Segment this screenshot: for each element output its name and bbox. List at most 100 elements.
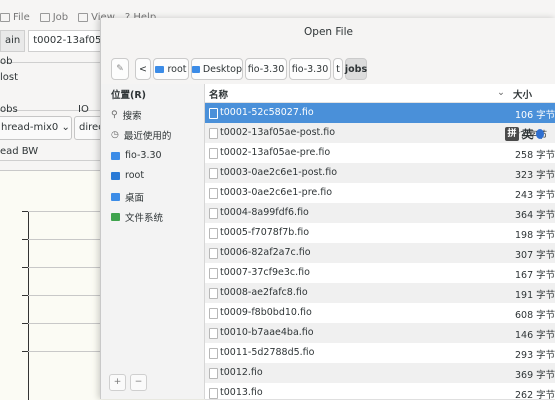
jobs-label: obs: [0, 104, 18, 115]
chevron-down-icon: ⌄: [61, 122, 70, 133]
moon-icon: [536, 129, 544, 139]
file-row[interactable]: t0003-0ae2c6e1-post.fio 323 字节: [205, 163, 555, 183]
file-icon: [209, 128, 218, 139]
file-row[interactable]: t0009-f8b0bd10.fio 608 字节: [205, 303, 555, 323]
file-menu-icon: [0, 12, 10, 22]
dialog-titlebar[interactable]: Open File: [101, 18, 555, 49]
file-row[interactable]: t0011-5d2788d5.fio 293 字节: [205, 343, 555, 363]
breadcrumb-fio-3-30-b[interactable]: fio-3.30: [289, 58, 331, 80]
file-size: 191 字节: [515, 290, 555, 301]
sidebar-item-filesystem[interactable]: 文件系统: [111, 210, 163, 224]
sidebar-actions: + −: [109, 374, 147, 391]
breadcrumb-label: t: [336, 63, 340, 75]
chart-tick: [22, 351, 28, 352]
file-name: t0007-37cf9e3c.fio: [220, 267, 310, 278]
add-bookmark-button[interactable]: +: [109, 374, 126, 391]
back-button-label: <: [139, 63, 147, 75]
host-label: lost: [0, 72, 19, 83]
edit-location-button[interactable]: ✎: [111, 58, 129, 80]
breadcrumb-root[interactable]: root: [153, 58, 189, 80]
tab-main[interactable]: ain: [0, 30, 26, 52]
column-header-size[interactable]: 大小: [513, 87, 532, 101]
file-name: t0008-ae2fafc8.fio: [220, 287, 308, 298]
file-row[interactable]: t0002-13af05ae-pre.fio 258 字节: [205, 143, 555, 163]
breadcrumb-label: root: [167, 63, 187, 75]
file-size: 106 字节: [515, 110, 555, 121]
view-menu-icon: [78, 12, 89, 22]
file-size: 243 字节: [515, 190, 555, 201]
file-row[interactable]: t0012.fio 369 字节: [205, 363, 555, 383]
file-row[interactable]: t0007-37cf9e3c.fio 167 字节: [205, 263, 555, 283]
file-name: t0001-52c58027.fio: [220, 107, 314, 118]
sort-chevron-icon: ⌄: [497, 87, 505, 98]
file-size: 198 字节: [515, 230, 555, 241]
breadcrumb-desktop[interactable]: Desktop: [191, 58, 243, 80]
chart-tick: [22, 211, 28, 212]
thread-select-value: hread-mix0: [1, 122, 59, 133]
file-row[interactable]: t0004-8a99fdf6.fio 364 字节: [205, 203, 555, 223]
breadcrumb-fio-3-30-a[interactable]: fio-3.30: [245, 58, 287, 80]
sidebar-item-label: 文件系统: [125, 213, 164, 224]
sidebar-item-label: 最近使用的: [123, 131, 172, 142]
sidebar-item-search[interactable]: ⚲ 搜索: [111, 108, 142, 122]
divider: [0, 62, 100, 63]
sidebar-item-root[interactable]: root: [111, 170, 144, 181]
file-size: 262 字节: [515, 390, 555, 399]
sidebar-item-recent[interactable]: ◷ 最近使用的: [111, 128, 171, 142]
file-name: t0011-5d2788d5.fio: [220, 347, 315, 358]
sidebar-item-label: fio-3.30: [125, 150, 162, 161]
home-icon: [155, 65, 165, 73]
file-icon: [209, 168, 218, 179]
file-row[interactable]: t0002-13af05ae-post.fio?? 字节: [205, 123, 555, 143]
file-name: t0002-13af05ae-pre.fio: [220, 147, 331, 158]
file-list: 名称 ⌄ 大小 t0001-52c58027.fio 106 字节 t0002-13…: [205, 84, 555, 399]
file-name: t0010-b7aae4ba.fio: [220, 327, 314, 338]
file-row[interactable]: t0003-0ae2c6e1-pre.fio 243 字节: [205, 183, 555, 203]
breadcrumb-jobs[interactable]: jobs: [345, 58, 367, 80]
menu-file[interactable]: File: [0, 8, 30, 26]
home-icon: [111, 171, 120, 180]
search-icon: ⚲: [111, 110, 118, 120]
column-header-name[interactable]: 名称: [209, 87, 228, 101]
back-button[interactable]: <: [135, 58, 151, 80]
sidebar-item-desktop[interactable]: 桌面: [111, 190, 144, 204]
file-icon: [209, 328, 218, 339]
file-name: t0004-8a99fdf6.fio: [220, 207, 309, 218]
breadcrumb-label: jobs: [344, 63, 368, 75]
menu-job[interactable]: Job: [39, 8, 68, 26]
breadcrumb-label: Desktop: [202, 63, 242, 75]
dialog-title: Open File: [304, 26, 353, 38]
chart-tick: [22, 267, 28, 268]
file-row[interactable]: t0010-b7aae4ba.fio 146 字节: [205, 323, 555, 343]
file-row[interactable]: t0013.fio 262 字节: [205, 383, 555, 399]
file-size: 167 字节: [515, 270, 555, 281]
places-header: 位置(R): [111, 90, 146, 101]
file-icon: [209, 388, 218, 399]
file-size: 323 字节: [515, 170, 555, 181]
sidebar-item-label: root: [125, 170, 145, 181]
thread-select[interactable]: hread-mix0 ⌄: [0, 116, 72, 140]
breadcrumb-label: fio-3.30: [291, 63, 329, 75]
pencil-icon: ✎: [116, 64, 124, 74]
file-row[interactable]: t0006-82af2a7c.fio 307 字节: [205, 243, 555, 263]
file-row[interactable]: t0005-f7078f7b.fio 198 字节: [205, 223, 555, 243]
folder-icon: [111, 151, 120, 160]
file-name: t0005-f7078f7b.fio: [220, 227, 310, 238]
remove-bookmark-button[interactable]: −: [130, 374, 147, 391]
drive-icon: [111, 213, 120, 221]
file-size: 364 字节: [515, 210, 555, 221]
file-size: 608 字节: [515, 310, 555, 321]
file-icon: [209, 248, 218, 259]
breadcrumb-t[interactable]: t: [333, 58, 343, 80]
file-name: t0013.fio: [220, 387, 263, 398]
file-row[interactable]: t0008-ae2fafc8.fio 191 字节: [205, 283, 555, 303]
file-size: 146 字节: [515, 330, 555, 341]
file-icon: [209, 308, 218, 319]
sidebar-item-fio[interactable]: fio-3.30: [111, 150, 162, 161]
file-icon: [209, 148, 218, 159]
file-name: t0012.fio: [220, 367, 263, 378]
file-icon: [209, 188, 218, 199]
file-row[interactable]: t0001-52c58027.fio 106 字节: [205, 103, 555, 123]
menu-file-label: File: [13, 11, 30, 23]
ime-indicator[interactable]: 拼 英: [505, 126, 544, 142]
